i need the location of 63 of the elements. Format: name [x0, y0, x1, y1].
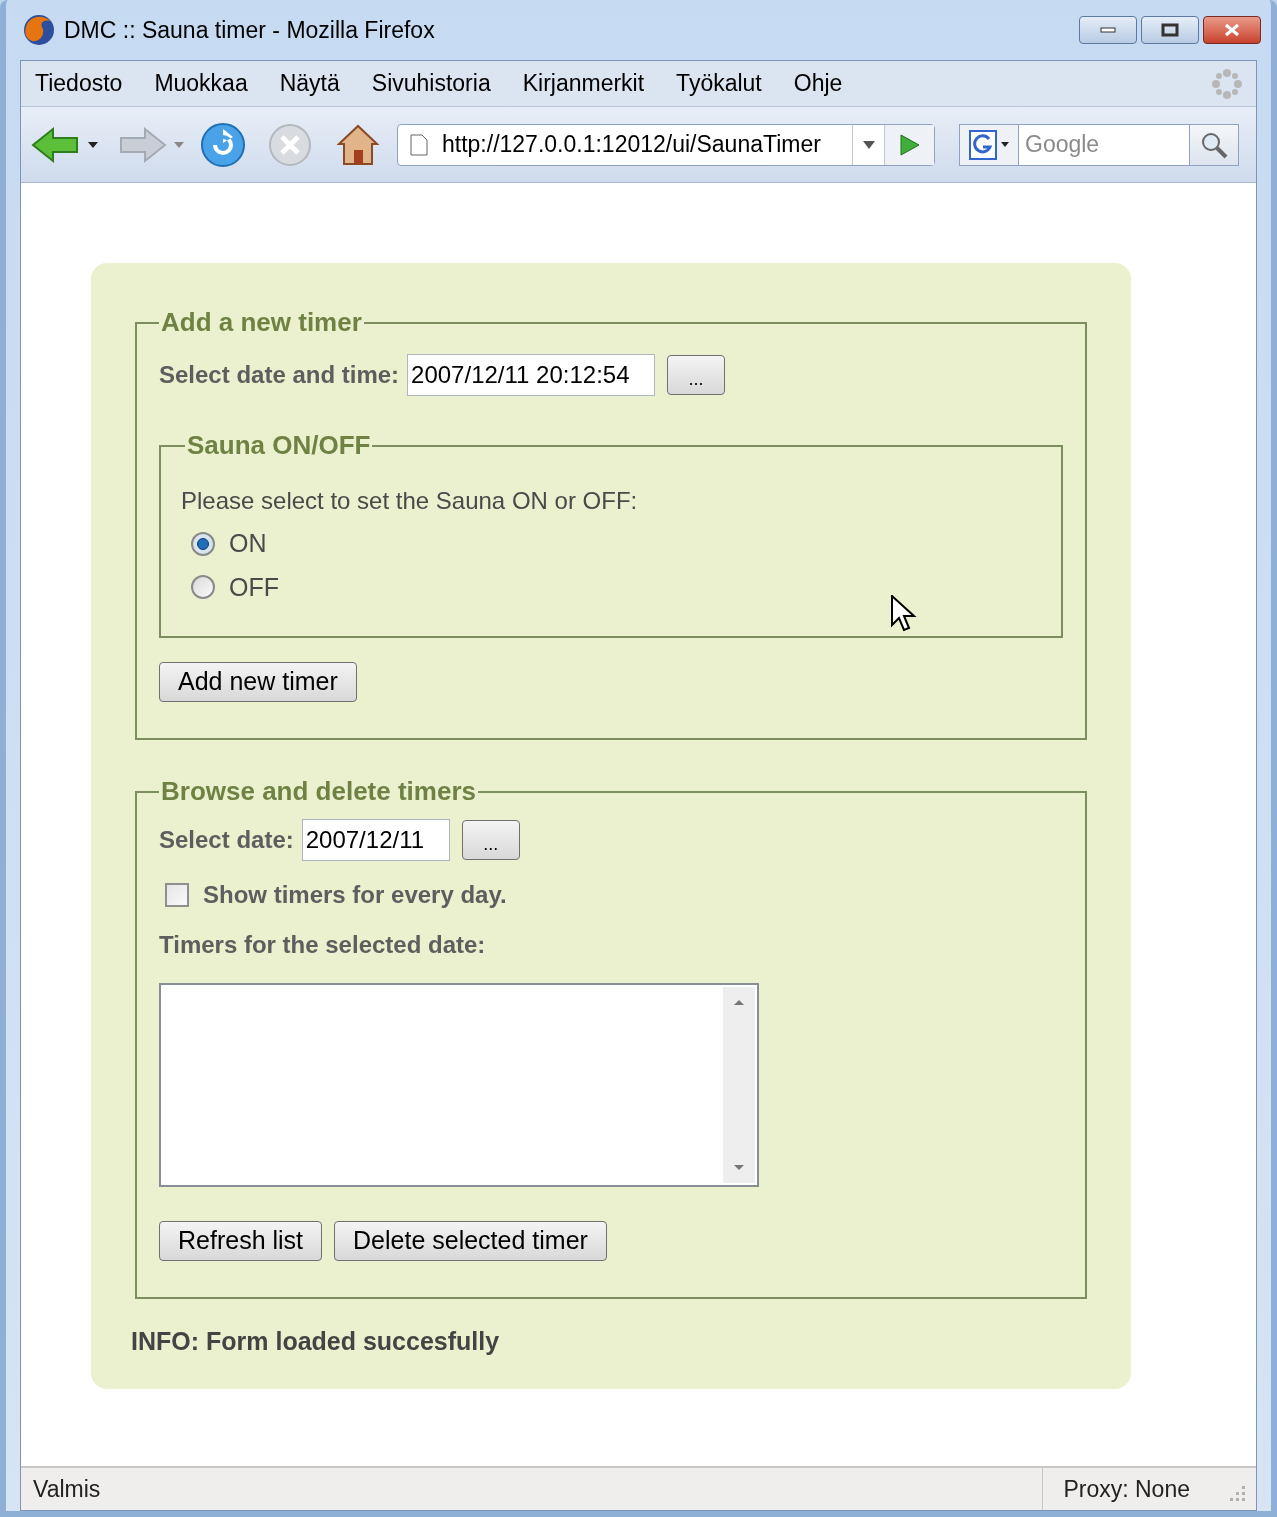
dropdown-caret-icon[interactable] — [87, 140, 99, 149]
menu-item[interactable]: Muokkaa — [154, 66, 248, 101]
checkbox[interactable] — [165, 883, 189, 907]
group-title: Browse and delete timers — [160, 775, 477, 808]
back-arrow-icon — [31, 124, 81, 165]
form-button[interactable]: Delete selected timer — [334, 1221, 607, 1261]
go-button[interactable] — [884, 124, 934, 165]
radio-label: ON — [229, 528, 267, 559]
menu-item[interactable]: Sivuhistoria — [371, 66, 491, 101]
radio-label: OFF — [229, 571, 279, 603]
menu-item[interactable]: Näytä — [279, 66, 340, 101]
maximize-icon — [1161, 23, 1179, 37]
datetime-field[interactable]: 2007/12/11 20:12:54 — [407, 354, 656, 396]
forward-arrow-icon — [117, 124, 167, 165]
caret-icon — [861, 139, 876, 150]
prompt-text: Please select to set the Sauna ON or OFF: — [181, 486, 639, 516]
throbber-icon — [1212, 68, 1242, 99]
date-field[interactable]: 2007/12/11 — [301, 819, 450, 861]
close-icon — [1224, 23, 1240, 37]
mouse-pointer-icon — [891, 595, 917, 633]
field-label: Select date: — [159, 825, 294, 855]
reload-button[interactable] — [199, 120, 247, 169]
search-engine-button[interactable] — [959, 123, 1019, 166]
menu-item[interactable]: Tiedosto — [35, 66, 123, 101]
scroll-down-icon — [733, 1164, 745, 1171]
proxy-status: Proxy: None — [1042, 1468, 1210, 1510]
field-label: Select date and time: — [159, 360, 400, 390]
radio-button[interactable] — [191, 531, 215, 556]
date-picker-button[interactable]: ... — [461, 820, 520, 860]
reload-icon — [199, 120, 247, 169]
minimize-icon — [1100, 27, 1116, 33]
menu-item[interactable]: Ohje — [793, 66, 843, 101]
timer-list[interactable] — [159, 983, 759, 1187]
info-message: INFO: Form loaded succesfully — [131, 1326, 501, 1357]
url-text: http://127.0.0.1:12012/ui/SaunaTimer — [442, 130, 821, 160]
play-icon — [898, 132, 921, 157]
group-title: Sauna ON/OFF — [186, 429, 372, 462]
list-label: Timers for the selected date: — [159, 930, 487, 960]
add-timer-button[interactable]: Add new timer — [159, 662, 357, 702]
radio-button[interactable] — [191, 575, 215, 600]
stop-icon — [267, 121, 313, 168]
close-button[interactable] — [1203, 16, 1261, 44]
menu-item[interactable]: Työkalut — [676, 66, 762, 101]
scroll-up-icon — [733, 999, 745, 1006]
form-button[interactable]: Refresh list — [159, 1221, 323, 1261]
address-bar[interactable]: http://127.0.0.1:12012/ui/SaunaTimer — [397, 123, 935, 166]
search-field[interactable]: Google — [1019, 123, 1189, 166]
checkbox-label: Show timers for every day. — [203, 880, 507, 910]
back-button[interactable] — [31, 124, 81, 165]
minimize-button[interactable] — [1079, 16, 1137, 44]
date-picker-button[interactable]: ... — [667, 355, 726, 395]
google-g-icon — [968, 129, 997, 160]
group-title: Add a new timer — [160, 306, 363, 339]
page-icon — [410, 133, 428, 156]
search-button[interactable] — [1189, 123, 1239, 166]
search-icon — [1200, 130, 1228, 159]
menu-item[interactable]: Kirjanmerkit — [522, 66, 645, 101]
window-title: DMC :: Sauna timer - Mozilla Firefox — [64, 15, 435, 45]
firefox-logo-icon — [22, 13, 56, 47]
maximize-button[interactable] — [1141, 16, 1199, 44]
status-text: Valmis — [33, 1474, 101, 1504]
scrollbar[interactable] — [723, 987, 755, 1183]
caret-icon — [999, 141, 1010, 148]
